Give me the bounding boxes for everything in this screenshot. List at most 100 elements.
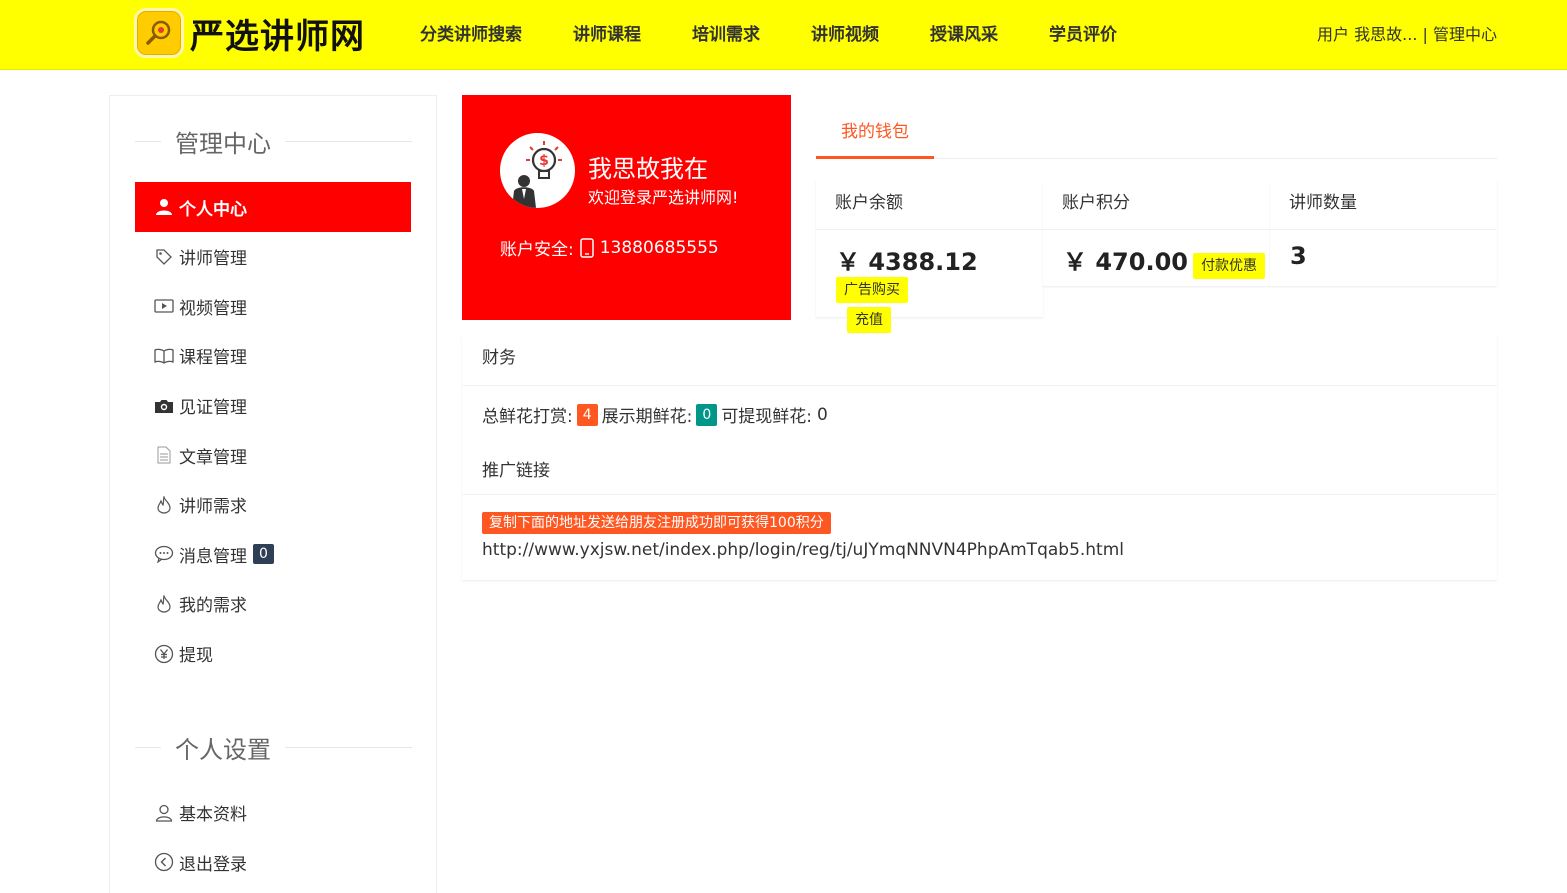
fire-icon (153, 495, 175, 515)
user-outline-icon (153, 803, 175, 823)
sidebar-item-label: 文章管理 (179, 447, 247, 468)
promo-label: 推广链接 (482, 461, 550, 481)
finance-title: 财务 (462, 334, 1497, 386)
user-area: 用户 我思故... | 管理中心 (1317, 21, 1497, 45)
sidebar-menu: 个人中心 讲师管理 视频管理 课程管理 见证管理 文章管理 讲师需求 消息管理 … (135, 182, 411, 678)
sidebar-item-testimonials[interactable]: 见证管理 (135, 381, 411, 431)
user-icon (153, 197, 175, 217)
profile-card: $ 我思故我在 欢迎登录严选讲师网! 账户安全: 13880685555 (462, 95, 791, 320)
settings-menu: 基本资料 退出登录 (135, 788, 411, 887)
profile-welcome: 欢迎登录严选讲师网! (588, 188, 739, 207)
withdrawable-value: 0 (817, 404, 828, 425)
total-flowers-badge: 4 (576, 403, 598, 426)
sidebar-item-label: 消息管理 (179, 546, 247, 567)
nav-teaching-style[interactable]: 授课风采 (930, 20, 998, 45)
finance-panel: 财务 总鲜花打赏: 4 展示期鲜花: 0 可提现鲜花: 0 推广链接 复制下面的… (462, 334, 1497, 580)
points-label: 账户积分 (1043, 180, 1270, 230)
user-label: 用户 (1317, 25, 1350, 44)
tab-my-wallet[interactable]: 我的钱包 (816, 110, 934, 159)
nav-videos[interactable]: 讲师视频 (811, 20, 879, 45)
tag-icon (153, 247, 175, 267)
ad-purchase-button[interactable]: 广告购买 (836, 277, 908, 303)
flowers-row: 总鲜花打赏: 4 展示期鲜花: 0 可提现鲜花: 0 (482, 402, 828, 427)
points-card: 账户积分 ￥ 470.00 付款优惠 (1043, 180, 1270, 286)
logout-icon (153, 852, 175, 872)
sidebar-item-label: 见证管理 (179, 398, 247, 419)
sidebar-item-label: 课程管理 (179, 348, 247, 369)
book-icon (153, 346, 175, 366)
nav-training-needs[interactable]: 培训需求 (692, 20, 760, 45)
total-flowers-label: 总鲜花打赏: (482, 407, 573, 427)
withdrawable-label: 可提现鲜花: (721, 407, 813, 427)
sidebar-item-label: 基本资料 (179, 805, 247, 826)
sidebar-item-my-needs[interactable]: 我的需求 (135, 579, 411, 629)
admin-center-link[interactable]: 管理中心 (1433, 25, 1497, 44)
sidebar-item-label: 视频管理 (179, 298, 247, 319)
profile-name: 我思故我在 (588, 155, 708, 183)
document-icon (153, 445, 175, 465)
section-title: 管理中心 (175, 129, 271, 158)
divider (135, 140, 161, 142)
message-count-badge: 0 (253, 544, 274, 565)
top-header: 严选讲师网 分类讲师搜索 讲师课程 培训需求 讲师视频 授课风采 学员评价 用户… (0, 0, 1567, 70)
sidebar-item-personal-center[interactable]: 个人中心 (135, 182, 411, 232)
promo-tip-badge: 复制下面的地址发送给朋友注册成功即可获得100积分 (482, 512, 831, 534)
sidebar-item-courses[interactable]: 课程管理 (135, 331, 411, 381)
wallet-cards: 账户余额 ￥ 4388.12 广告购买 充值 账户积分 ￥ 470.00 付款优… (816, 180, 1497, 333)
display-flowers-badge: 0 (696, 403, 718, 426)
sidebar-item-messages[interactable]: 消息管理 0 (135, 530, 411, 580)
sidebar-section-admin: 管理中心 (135, 126, 412, 158)
sidebar-item-label: 我的需求 (179, 596, 247, 617)
sidebar-item-teachers[interactable]: 讲师管理 (135, 232, 411, 282)
account-security: 账户安全: 13880685555 (500, 235, 719, 261)
teachers-value: 3 (1290, 242, 1307, 270)
sidebar-item-label: 提现 (179, 646, 213, 667)
yen-icon (153, 644, 175, 664)
sidebar-item-teacher-needs[interactable]: 讲师需求 (135, 480, 411, 530)
divider (285, 746, 412, 748)
display-flowers-label: 展示期鲜花: (601, 407, 693, 427)
chat-icon (153, 544, 175, 564)
sidebar-item-label: 个人中心 (179, 199, 247, 220)
divider (135, 746, 161, 748)
recharge-button[interactable]: 充值 (847, 307, 891, 333)
user-name-link[interactable]: 我思故... (1354, 25, 1417, 44)
divider (462, 494, 1497, 495)
sidebar-section-settings: 个人设置 (135, 732, 412, 764)
balance-label: 账户余额 (816, 180, 1043, 230)
avatar-lightbulb-icon: $ (512, 141, 562, 208)
sidebar-item-withdraw[interactable]: 提现 (135, 629, 411, 679)
nav-teacher-search[interactable]: 分类讲师搜索 (420, 20, 522, 45)
wallet-tabs: 我的钱包 (816, 110, 1497, 159)
fire-icon (153, 594, 175, 614)
video-icon (153, 296, 175, 316)
sidebar-item-label: 退出登录 (179, 854, 247, 875)
balance-value: ￥ 4388.12 (836, 248, 978, 276)
svg-text:$: $ (539, 153, 549, 169)
sidebar-item-label: 讲师需求 (179, 497, 247, 518)
divider (285, 140, 412, 142)
points-value: ￥ 470.00 (1063, 248, 1188, 276)
section-title: 个人设置 (175, 735, 271, 764)
magnifier-badge-icon (134, 8, 184, 58)
sidebar: 管理中心 个人中心 讲师管理 视频管理 课程管理 见证管理 文章管理 讲师需求 … (109, 95, 437, 893)
avatar[interactable]: $ (500, 133, 575, 208)
separator: | (1422, 25, 1428, 44)
sidebar-item-articles[interactable]: 文章管理 (135, 430, 411, 480)
sidebar-item-label: 讲师管理 (179, 249, 247, 270)
phone-number: 13880685555 (599, 237, 719, 258)
sidebar-item-videos[interactable]: 视频管理 (135, 282, 411, 332)
sidebar-item-profile[interactable]: 基本资料 (135, 788, 411, 838)
nav-courses[interactable]: 讲师课程 (573, 20, 641, 45)
teachers-card: 讲师数量 3 (1270, 180, 1497, 286)
sidebar-item-logout[interactable]: 退出登录 (135, 838, 411, 888)
balance-card: 账户余额 ￥ 4388.12 广告购买 充值 (816, 180, 1043, 333)
promo-url[interactable]: http://www.yxjsw.net/index.php/login/reg… (482, 540, 1124, 560)
site-logo[interactable]: 严选讲师网 (134, 8, 365, 58)
camera-icon (153, 396, 175, 416)
payment-discount-button[interactable]: 付款优惠 (1193, 252, 1266, 279)
security-label: 账户安全: (500, 240, 574, 260)
phone-icon (579, 237, 594, 258)
main-nav: 分类讲师搜索 讲师课程 培训需求 讲师视频 授课风采 学员评价 (420, 0, 1168, 64)
nav-reviews[interactable]: 学员评价 (1049, 20, 1117, 45)
